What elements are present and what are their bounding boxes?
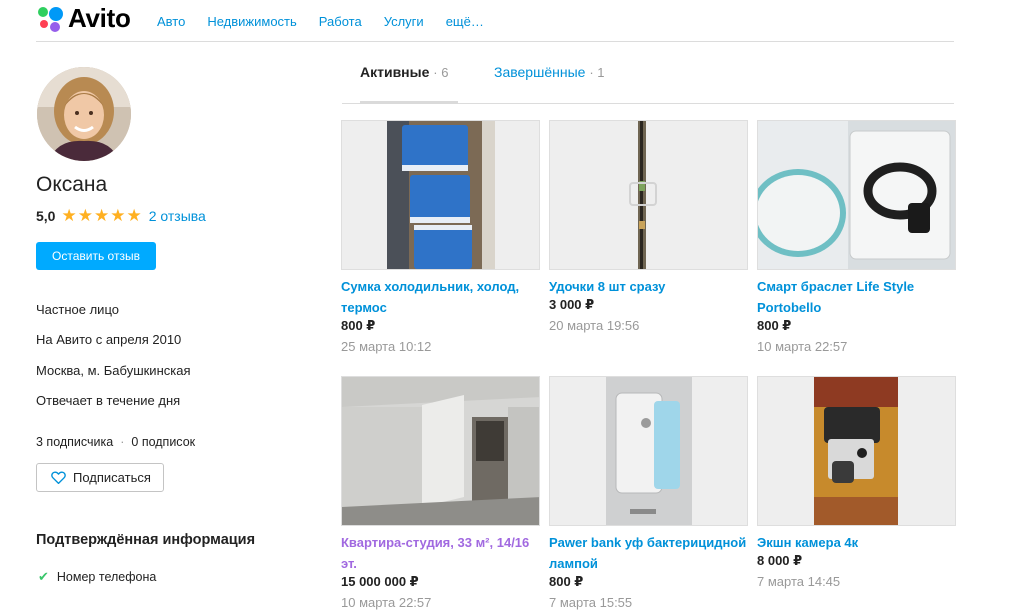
item-price: 8 000 ₽ bbox=[757, 553, 803, 568]
nav-item-jobs[interactable]: Работа bbox=[319, 14, 362, 29]
item-title[interactable]: Смарт браслет Life Style Portobello bbox=[757, 276, 956, 318]
item-title[interactable]: Экшн камера 4к bbox=[757, 532, 956, 553]
item-photo[interactable] bbox=[757, 120, 956, 270]
item-title[interactable]: Квартира-студия, 33 м², 14/16 эт. bbox=[341, 532, 540, 574]
subscribe-label: Подписаться bbox=[73, 470, 151, 485]
avito-logo[interactable]: Avito bbox=[36, 2, 131, 33]
item-card[interactable]: Pawer bank уф бактерицидной лампой 800 ₽… bbox=[549, 376, 748, 612]
tab-active[interactable]: Активные · 6 bbox=[360, 64, 458, 104]
reviews-link[interactable]: 2 отзыва bbox=[149, 208, 206, 224]
logo-text: Avito bbox=[68, 2, 131, 33]
item-title[interactable]: Сумка холодильник, холод, термос bbox=[341, 276, 540, 318]
item-date: 25 марта 10:12 bbox=[341, 339, 432, 354]
item-photo[interactable] bbox=[341, 376, 540, 526]
item-photo[interactable] bbox=[757, 376, 956, 526]
tab-active-count: · 6 bbox=[433, 65, 449, 80]
nav-item-realty[interactable]: Недвижимость bbox=[207, 14, 296, 29]
main-nav: Авто Недвижимость Работа Услуги ещё… bbox=[157, 14, 506, 29]
item-date: 10 марта 22:57 bbox=[757, 339, 848, 354]
subscribe-button[interactable]: Подписаться bbox=[36, 463, 164, 492]
star-icon: ★ bbox=[126, 206, 142, 225]
item-title[interactable]: Pawer bank уф бактерицидной лампой bbox=[549, 532, 748, 574]
tab-active-label: Активные bbox=[360, 64, 430, 80]
item-card[interactable]: Смарт браслет Life Style Portobello 800 … bbox=[757, 120, 956, 357]
member-since: На Авито с апреля 2010 bbox=[36, 332, 182, 347]
star-icon: ★ bbox=[77, 206, 93, 225]
heart-icon bbox=[51, 471, 66, 484]
subscriptions-count[interactable]: 0 подписок bbox=[131, 435, 195, 449]
item-card[interactable]: Экшн камера 4к 8 000 ₽ 7 марта 14:45 bbox=[757, 376, 956, 592]
item-photo[interactable] bbox=[341, 120, 540, 270]
item-date: 20 марта 19:56 bbox=[549, 318, 640, 333]
item-price: 15 000 000 ₽ bbox=[341, 574, 419, 589]
nav-item-more[interactable]: ещё… bbox=[446, 14, 484, 29]
star-icon: ★ bbox=[61, 206, 77, 225]
profile-name: Оксана bbox=[36, 173, 108, 196]
rating: 5,0 ★ ★ ★ ★ ★ 2 отзыва bbox=[36, 207, 206, 224]
seller-location: Москва, м. Бабушкинская bbox=[36, 363, 191, 378]
item-date: 10 марта 22:57 bbox=[341, 595, 432, 610]
rating-value: 5,0 bbox=[36, 207, 56, 224]
star-icon: ★ bbox=[93, 206, 110, 225]
site-header: Avito Авто Недвижимость Работа Услуги ещ… bbox=[36, 0, 954, 42]
listing-tabs: Активные · 6 Завершённые · 1 bbox=[342, 56, 954, 104]
tab-completed-label: Завершённые bbox=[494, 64, 586, 80]
item-date: 7 марта 14:45 bbox=[757, 574, 841, 589]
item-card[interactable]: Квартира-студия, 33 м², 14/16 эт. 15 000… bbox=[341, 376, 540, 612]
response-time: Отвечает в течение дня bbox=[36, 393, 181, 408]
item-price: 3 000 ₽ bbox=[549, 297, 595, 312]
item-card[interactable]: Удочки 8 шт сразу 3 000 ₽ 20 марта 19:56 bbox=[549, 120, 748, 336]
verified-item-label: Номер телефона bbox=[56, 570, 157, 584]
nav-item-auto[interactable]: Авто bbox=[157, 14, 185, 29]
item-photo[interactable] bbox=[549, 376, 748, 526]
item-title[interactable]: Удочки 8 шт сразу bbox=[549, 276, 748, 297]
verified-info-title: Подтверждённая информация bbox=[36, 532, 256, 548]
tab-completed-count: · 1 bbox=[589, 65, 605, 80]
rating-stars: ★ ★ ★ ★ ★ bbox=[61, 207, 142, 224]
leave-review-button[interactable]: Оставить отзыв bbox=[36, 242, 156, 270]
avatar bbox=[37, 67, 131, 161]
logo-dots-icon bbox=[36, 4, 64, 32]
item-price: 800 ₽ bbox=[549, 574, 584, 589]
item-card[interactable]: Сумка холодильник, холод, термос 800 ₽ 2… bbox=[341, 120, 540, 357]
item-date: 7 марта 15:55 bbox=[549, 595, 633, 610]
check-icon: ✔ bbox=[38, 569, 49, 584]
subscribers-count[interactable]: 3 подписчика bbox=[36, 435, 113, 449]
item-photo[interactable] bbox=[549, 120, 748, 270]
nav-item-services[interactable]: Услуги bbox=[384, 14, 424, 29]
seller-type: Частное лицо bbox=[36, 302, 119, 317]
item-price: 800 ₽ bbox=[757, 318, 792, 333]
tab-completed[interactable]: Завершённые · 1 bbox=[494, 64, 605, 103]
item-price: 800 ₽ bbox=[341, 318, 376, 333]
star-icon: ★ bbox=[110, 206, 126, 225]
subscriptions-info: 3 подписчика · 0 подписок bbox=[36, 435, 196, 449]
verified-phone: ✔ Номер телефона bbox=[38, 569, 156, 585]
